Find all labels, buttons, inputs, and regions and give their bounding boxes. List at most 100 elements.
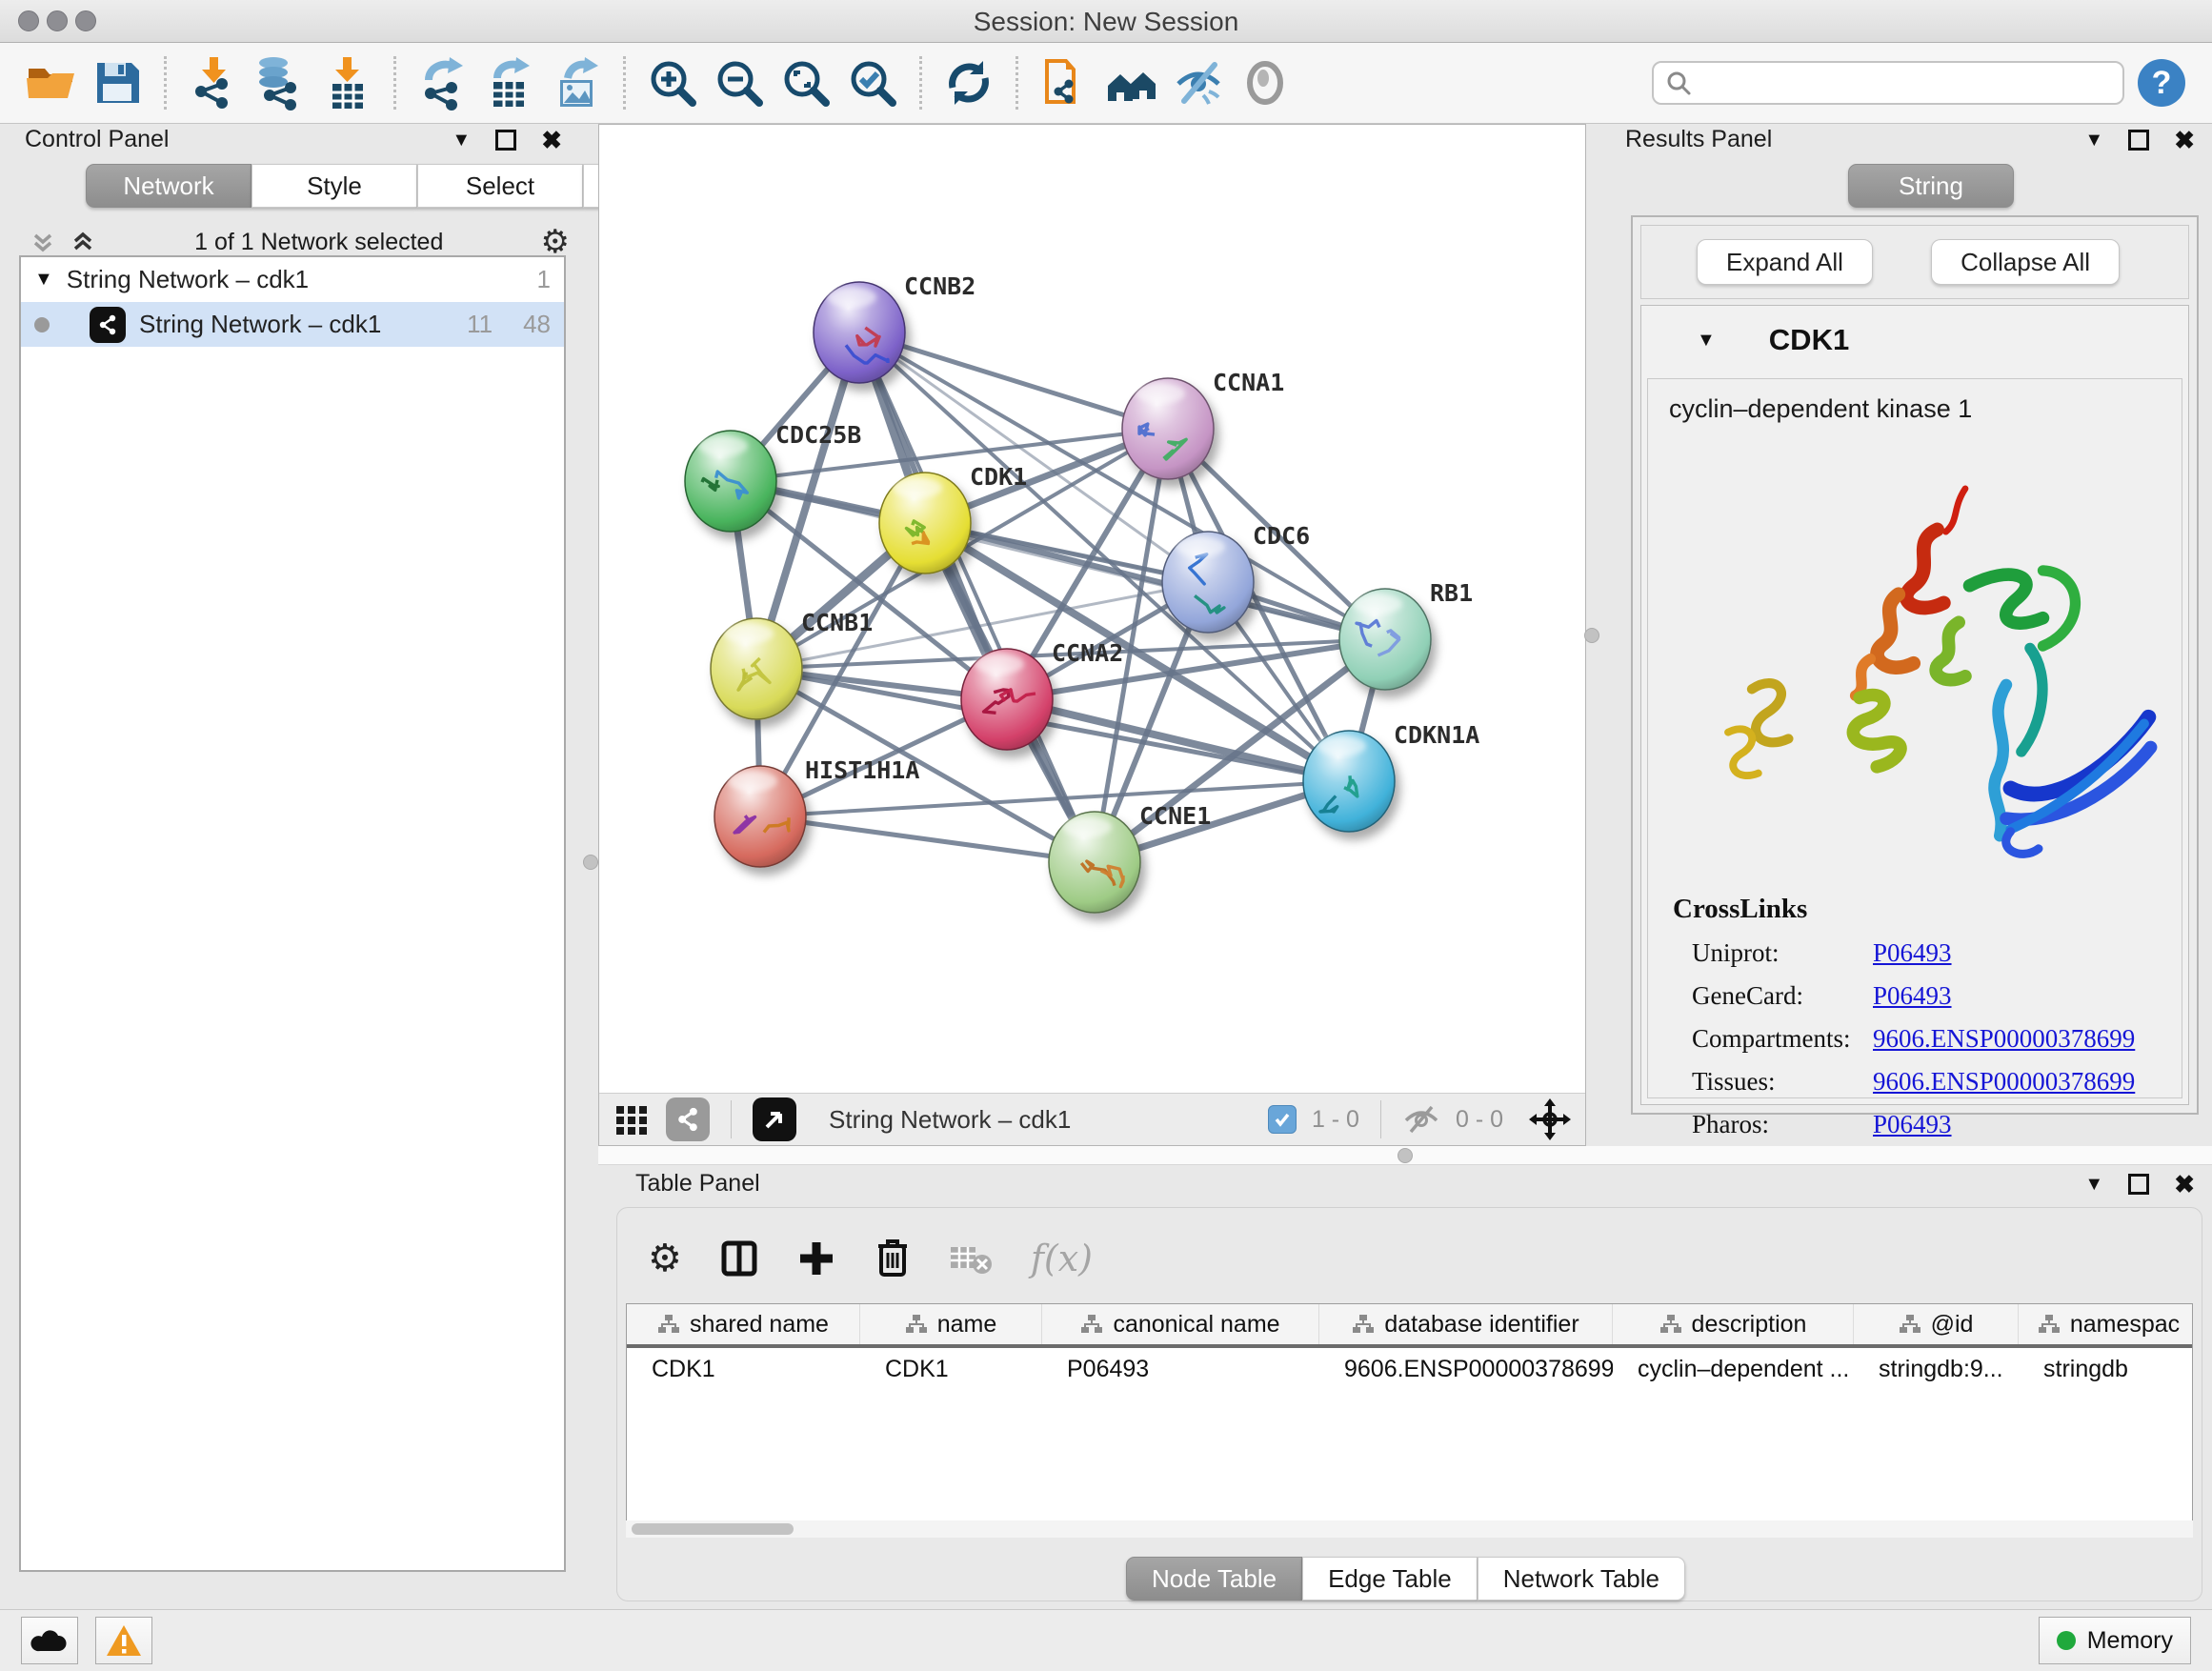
scrollbar-thumb[interactable] <box>632 1523 794 1535</box>
network-node-RB1[interactable]: RB1 <box>1339 579 1473 690</box>
collection-expander-icon[interactable]: ▼ <box>34 269 53 291</box>
entry-expander-icon[interactable]: ▼ <box>1697 330 1716 352</box>
network-edge[interactable] <box>760 816 1095 862</box>
table-cell[interactable]: stringdb:9... <box>1854 1348 2019 1390</box>
attribute-type-icon <box>1352 1314 1375 1335</box>
table-cell[interactable]: CDK1 <box>627 1348 860 1390</box>
crosslink-row: GeneCard:P06493 <box>1673 981 2172 1011</box>
panel-float-icon[interactable] <box>495 130 516 151</box>
panel-collapse-icon[interactable]: ▼ <box>2084 130 2103 151</box>
open-in-new-icon[interactable] <box>753 1097 796 1141</box>
table-toolbar: ⚙ f(x) <box>617 1208 2202 1288</box>
column-header-description[interactable]: description <box>1613 1304 1854 1344</box>
zoom-fit-button[interactable] <box>776 52 835 113</box>
selected-checkbox-icon[interactable] <box>1268 1105 1297 1134</box>
network-canvas[interactable]: CCNB2CCNA1CDC25BCDK1CDC6RB1CCNB1CCNA2CDK… <box>599 125 1585 1093</box>
table-cell[interactable]: stringdb <box>2019 1348 2193 1390</box>
table-cell[interactable]: CDK1 <box>860 1348 1042 1390</box>
columns-icon[interactable] <box>718 1238 760 1279</box>
column-header-canonical-name[interactable]: canonical name <box>1042 1304 1319 1344</box>
collapse-all-button[interactable]: Collapse All <box>1931 239 2120 285</box>
tab-node-table[interactable]: Node Table <box>1126 1557 1302 1601</box>
refresh-button[interactable] <box>939 52 998 113</box>
memory-status-icon <box>2057 1631 2076 1650</box>
network-from-file-button[interactable] <box>1036 52 1095 113</box>
column-header-database-identifier[interactable]: database identifier <box>1319 1304 1613 1344</box>
table-panel: Table Panel ▼ ✖ ⚙ <box>598 1164 2212 1610</box>
import-network-database-button[interactable] <box>251 52 310 113</box>
column-header-namespac[interactable]: namespac <box>2019 1304 2193 1344</box>
gear-icon[interactable]: ⚙ <box>648 1239 682 1278</box>
share-view-icon[interactable] <box>666 1097 710 1141</box>
panel-close-icon[interactable]: ✖ <box>541 128 562 152</box>
warnings-button[interactable] <box>95 1617 152 1664</box>
tab-network[interactable]: Network <box>86 164 251 208</box>
expand-all-button[interactable]: Expand All <box>1697 239 1873 285</box>
tab-string[interactable]: String <box>1848 164 2014 208</box>
right-splitter-handle[interactable] <box>1584 628 1599 643</box>
network-node-CDK1[interactable]: CDK1 <box>879 463 1027 574</box>
column-header--id[interactable]: @id <box>1854 1304 2019 1344</box>
bottom-splitter-handle[interactable] <box>1398 1148 1413 1163</box>
node-entry-header[interactable]: ▼ CDK1 <box>1641 306 2188 374</box>
column-label: canonical name <box>1113 1311 1279 1339</box>
table-horizontal-scrollbar[interactable] <box>626 1520 2193 1538</box>
left-splitter-handle[interactable] <box>583 855 598 870</box>
toolbar-separator <box>1016 56 1018 110</box>
show-panels-button[interactable] <box>1236 52 1295 113</box>
help-button[interactable]: ? <box>2132 52 2191 113</box>
export-table-button[interactable] <box>480 52 539 113</box>
crosslink-link[interactable]: 9606.ENSP00000378699 <box>1873 1024 2135 1054</box>
collapse-all-icon[interactable] <box>29 228 57 256</box>
search-input[interactable] <box>1699 69 2111 97</box>
network-edge[interactable] <box>859 332 1168 429</box>
crosslink-link[interactable]: 9606.ENSP00000378699 <box>1873 1067 2135 1097</box>
home-button[interactable] <box>1102 52 1161 113</box>
cloud-button[interactable] <box>21 1617 78 1664</box>
network-node-CCNE1[interactable]: CCNE1 <box>1049 802 1211 913</box>
tab-edge-table[interactable]: Edge Table <box>1302 1557 1478 1601</box>
export-network-button[interactable] <box>413 52 473 113</box>
tab-select[interactable]: Select <box>417 164 583 208</box>
crosslink-link[interactable]: P06493 <box>1873 981 1952 1011</box>
network-row[interactable]: String Network – cdk1 11 48 <box>21 302 564 347</box>
grid-view-icon[interactable] <box>613 1100 651 1138</box>
tab-network-table[interactable]: Network Table <box>1478 1557 1685 1601</box>
network-node-CDKN1A[interactable]: CDKN1A <box>1303 721 1479 832</box>
export-image-button[interactable] <box>547 52 606 113</box>
add-column-icon[interactable] <box>796 1238 836 1278</box>
expand-all-icon[interactable] <box>69 228 97 256</box>
panel-collapse-icon[interactable]: ▼ <box>452 130 471 151</box>
table-cell[interactable]: P06493 <box>1042 1348 1319 1390</box>
hide-panels-button[interactable] <box>1169 52 1228 113</box>
save-session-button[interactable] <box>88 52 147 113</box>
zoom-selected-button[interactable] <box>843 52 902 113</box>
eye-icon <box>1237 55 1293 111</box>
crosslink-label: Tissues: <box>1673 1067 1873 1097</box>
panel-close-icon[interactable]: ✖ <box>2174 128 2195 152</box>
open-session-button[interactable] <box>21 52 80 113</box>
zoom-out-button[interactable] <box>710 52 769 113</box>
column-header-shared-name[interactable]: shared name <box>627 1304 860 1344</box>
zoom-in-button[interactable] <box>643 52 702 113</box>
open-folder-icon <box>23 55 78 111</box>
toolbar-separator <box>164 56 167 110</box>
panel-collapse-icon[interactable]: ▼ <box>2084 1174 2103 1196</box>
delete-icon[interactable] <box>873 1237 913 1280</box>
entry-title: CDK1 <box>1769 323 1849 357</box>
crosslink-link[interactable]: P06493 <box>1873 938 1952 968</box>
panel-float-icon[interactable] <box>2128 1174 2149 1195</box>
tab-style[interactable]: Style <box>251 164 417 208</box>
table-cell[interactable]: cyclin–dependent ... <box>1613 1348 1854 1390</box>
import-table-button[interactable] <box>317 52 376 113</box>
panel-close-icon[interactable]: ✖ <box>2174 1172 2195 1197</box>
collection-label: String Network – cdk1 <box>67 265 524 294</box>
table-cell[interactable]: 9606.ENSP00000378699 <box>1319 1348 1613 1390</box>
network-collection-row[interactable]: ▼ String Network – cdk1 1 <box>21 257 564 302</box>
crosslink-link[interactable]: P06493 <box>1873 1110 1952 1139</box>
import-network-file-button[interactable] <box>184 52 243 113</box>
column-header-name[interactable]: name <box>860 1304 1042 1344</box>
pan-crosshair-icon[interactable] <box>1528 1097 1572 1141</box>
memory-button[interactable]: Memory <box>2039 1617 2191 1664</box>
panel-float-icon[interactable] <box>2128 130 2149 151</box>
